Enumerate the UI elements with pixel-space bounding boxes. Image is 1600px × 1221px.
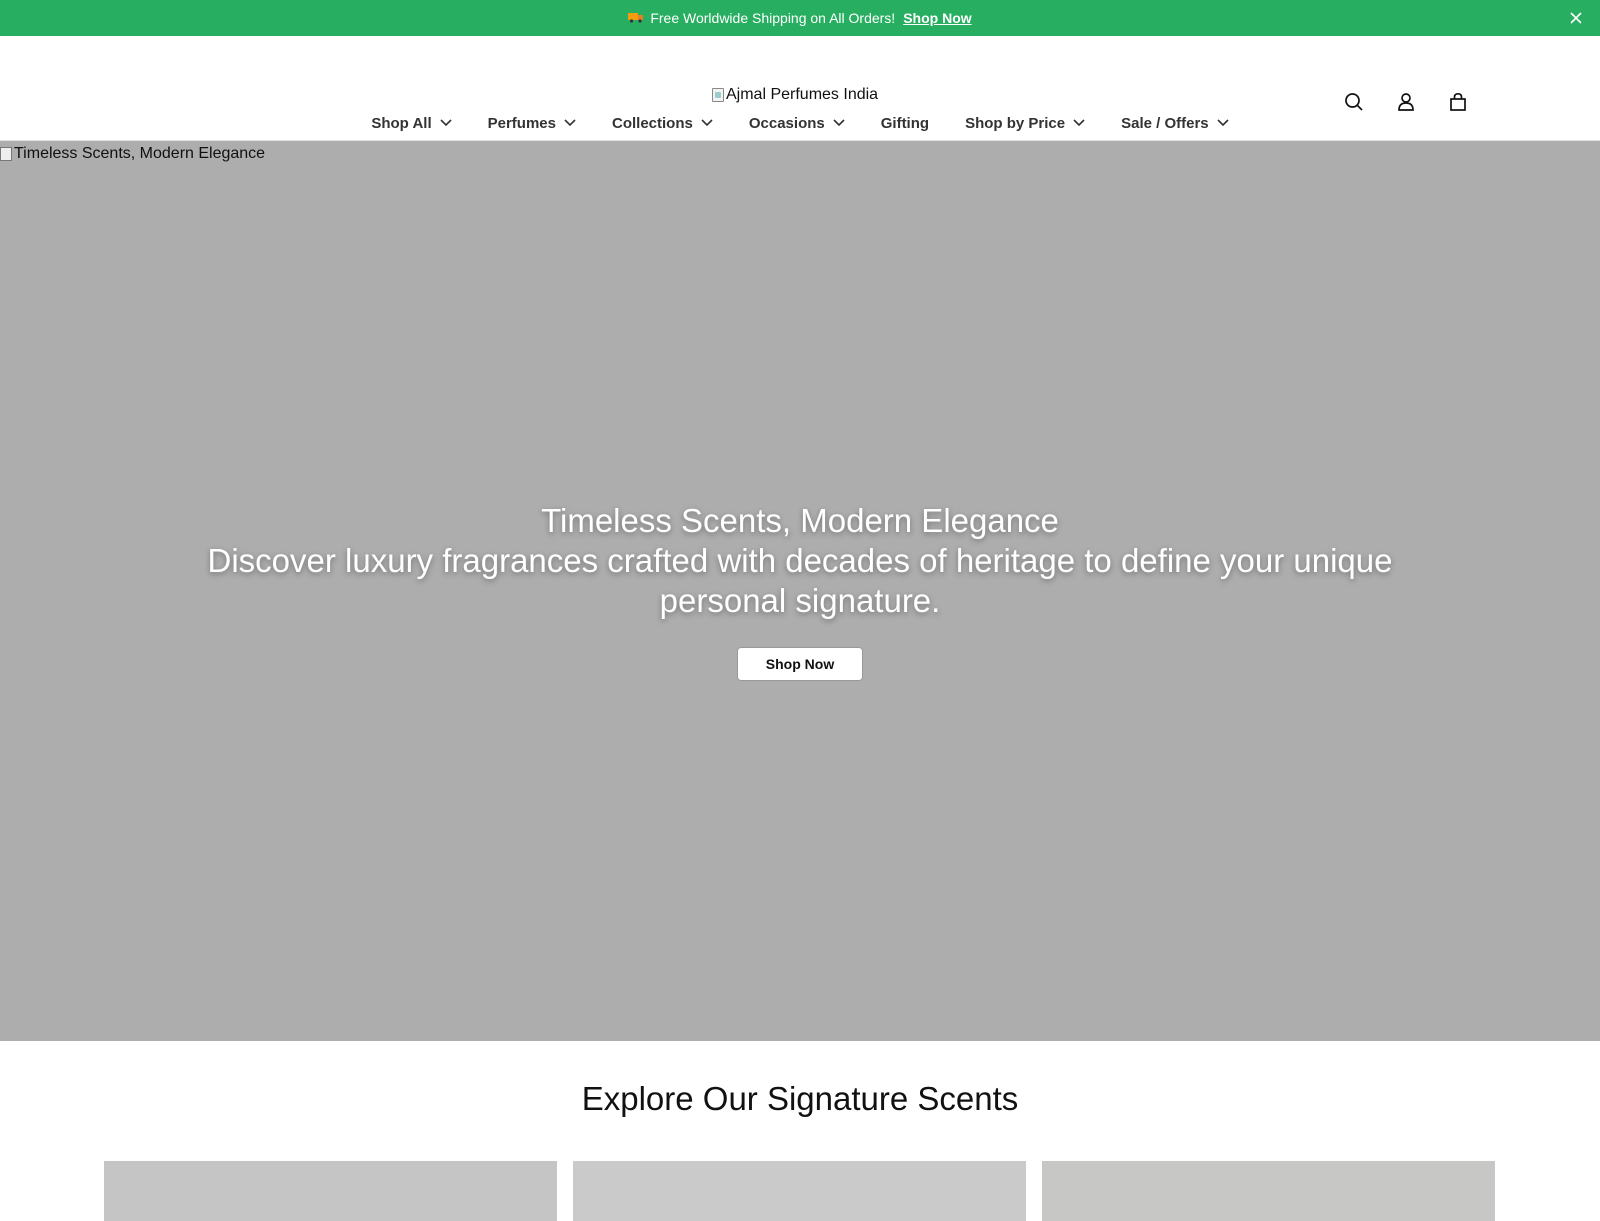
hero-image-alt-text: Timeless Scents, Modern Elegance [14,145,266,162]
chevron-down-icon [1073,119,1085,127]
hero-shop-now-button[interactable]: Shop Now [736,647,864,681]
section-title: Explore Our Signature Scents [581,1080,1019,1117]
chevron-down-icon [701,119,713,127]
nav-sale-offers[interactable]: Sale / Offers [1103,109,1247,137]
logo[interactable]: Ajmal Perfumes India [712,86,878,104]
hero-image-alt: Timeless Scents, Modern Elegance [0,145,265,163]
announcement-text: Free Worldwide Shipping on All Orders! [650,10,896,26]
hero-subtitle: Discover luxury fragrances crafted with … [207,542,1393,619]
chevron-down-icon [833,119,845,127]
nav-label: Gifting [880,114,930,132]
chevron-down-icon [564,119,576,127]
nav-gifting[interactable]: Gifting [863,109,947,137]
nav-label: Collections [612,114,693,132]
main-nav: Shop All Perfumes Collections Occasions … [0,109,1600,137]
truck-icon [628,11,644,26]
announcement-bar: Free Worldwide Shipping on All Orders! S… [0,0,1600,36]
nav-shop-by-price[interactable]: Shop by Price [947,109,1103,137]
announcement-shop-now-link[interactable]: Shop Now [903,10,971,26]
chevron-down-icon [1217,119,1229,127]
nav-shop-all[interactable]: Shop All [353,109,469,137]
broken-image-icon [712,88,724,102]
hero-text: Timeless Scents, Modern Elegance Discove… [0,501,1600,681]
site-header: Ajmal Perfumes India Shop All Perfumes C… [0,36,1600,141]
nav-label: Occasions [748,114,825,132]
signature-scents-section: Explore Our Signature Scents [0,1041,1600,1221]
logo-alt-text: Ajmal Perfumes India [726,86,879,103]
nav-occasions[interactable]: Occasions [731,109,863,137]
hero-title: Timeless Scents, Modern Elegance [541,502,1059,539]
nav-perfumes[interactable]: Perfumes [470,109,594,137]
hero-banner: Timeless Scents, Modern Elegance Timeles… [0,141,1600,1041]
scent-card[interactable] [1042,1161,1495,1221]
nav-label: Shop All [371,114,432,132]
scent-card[interactable] [573,1161,1026,1221]
nav-label: Sale / Offers [1121,114,1209,132]
chevron-down-icon [440,119,452,127]
close-icon[interactable] [1566,8,1586,28]
nav-label: Shop by Price [965,114,1066,132]
scent-card[interactable] [104,1161,557,1221]
broken-image-icon [0,147,12,161]
nav-label: Perfumes [487,114,556,132]
nav-collections[interactable]: Collections [594,109,731,137]
